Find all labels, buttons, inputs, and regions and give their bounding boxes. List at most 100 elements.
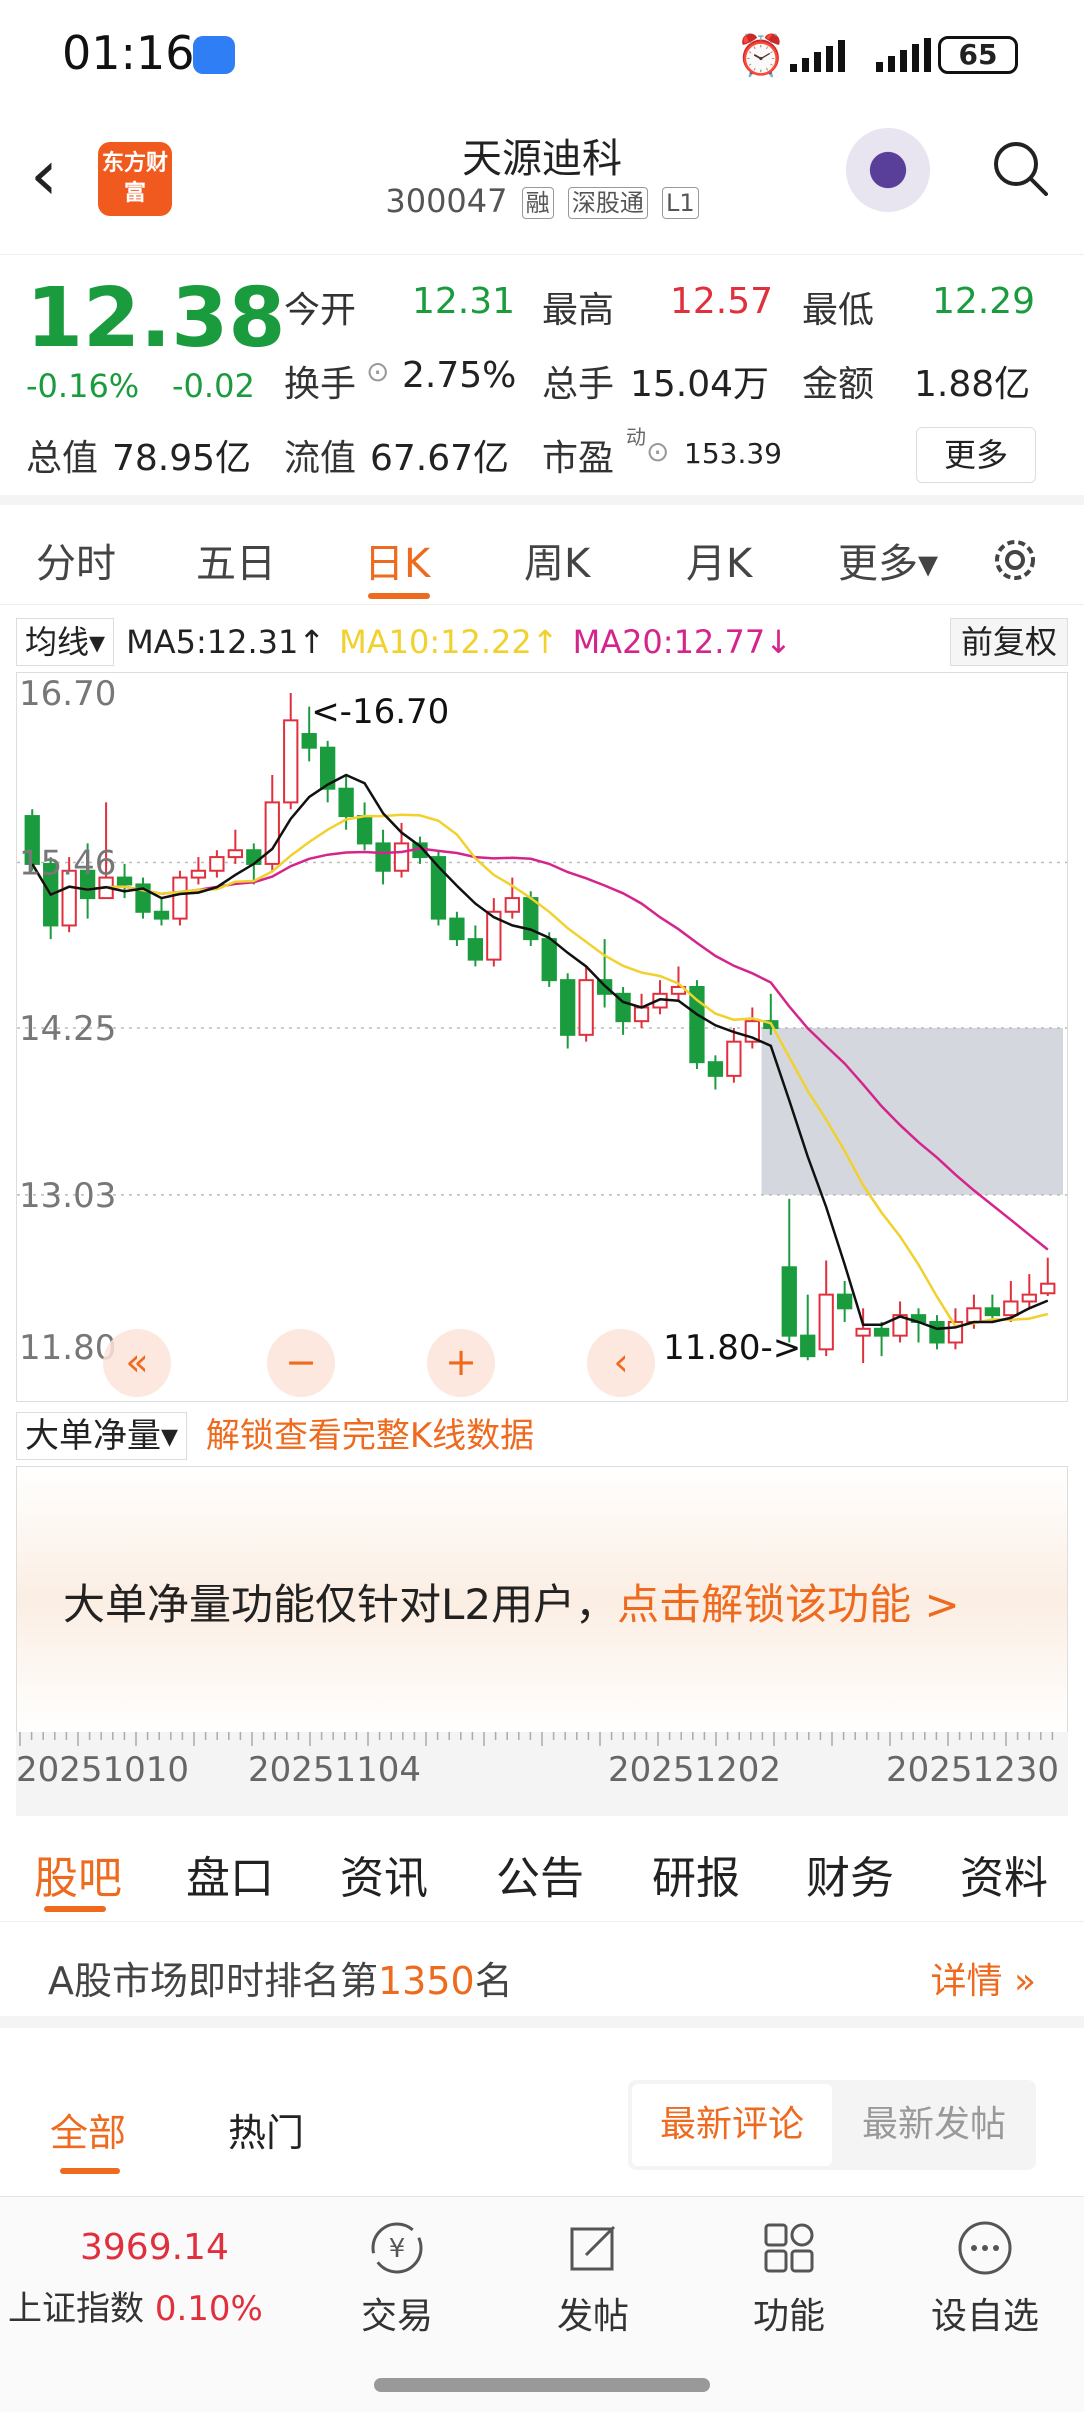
candle-body [541,938,557,982]
active-tab-indicator [44,1906,106,1912]
tab-weekly-k[interactable]: 周K [524,531,590,589]
search-icon[interactable] [990,138,1050,198]
indicator-panel[interactable]: 大单净量功能仅针对L2用户，点击解锁该功能 > [16,1466,1068,1734]
market-rank[interactable]: A股市场即时排名第1350名 详情 » [0,1924,1084,2028]
tab-finance[interactable]: 财务 [806,1842,894,1906]
date-axis: 20251010 20251104 20251202 20251230 [16,1732,1068,1816]
candle-body [855,1327,871,1337]
indicator-selector[interactable]: 大单净量▾ [16,1412,188,1460]
nav-watchlist[interactable]: 设自选 [920,2211,1050,2339]
candle-body [227,849,243,859]
nav-label: 设自选 [930,2296,1039,2337]
svg-text:¥: ¥ [389,2234,406,2264]
quote-panel: 12.38 -0.16% -0.02 今开 12.31 最高 12.57 最低 … [0,255,1084,505]
rank-text: A股市场即时排名第1350名 [48,1950,513,2005]
candle-body [393,842,410,872]
candle-body [209,856,225,872]
change-amount: -0.02 [172,367,255,405]
tab-all[interactable]: 全部 [50,2102,126,2157]
max-annotation: <-16.70 [311,692,449,732]
tab-daily-k[interactable]: 日K [364,531,430,589]
sort-latest-post[interactable]: 最新发帖 [836,2084,1032,2166]
adjust-button[interactable]: 前复权 [949,618,1068,666]
zoom-out-button-glyph: − [285,1340,317,1384]
tab-five-day[interactable]: 五日 [196,531,276,589]
rank-suffix: 名 [474,1959,513,2003]
tab-research[interactable]: 研报 [652,1842,740,1906]
info-icon[interactable]: ⊙ [646,435,669,468]
candle-body [726,1040,742,1077]
tab-announcements[interactable]: 公告 [496,1842,584,1906]
kline-svg: 16.70 15.46 14.25 13.03 11.80 <-16.70 11.80-> «… [17,674,1067,1397]
turnover-label: 换手 [284,364,357,405]
home-indicator[interactable] [374,2378,710,2392]
open-label: 今开 [284,290,357,331]
nav-trade[interactable]: ¥ 交易 [332,2211,462,2339]
sort-toggle: 最新评论 最新发帖 [628,2080,1036,2170]
gear-icon[interactable] [988,533,1042,587]
candle-body [560,979,576,1036]
amount-value: 1.88亿 [914,364,1031,405]
nav-post[interactable]: 发帖 [528,2211,658,2339]
pe-label: 市盈 [542,438,615,479]
tab-intraday[interactable]: 分时 [36,531,116,589]
tab-monthly-k[interactable]: 月K [686,531,752,589]
candle-body [873,1327,890,1337]
info-icon[interactable]: ⊙ [366,355,389,388]
candle-body [578,979,594,1036]
rank-detail-link[interactable]: 详情 » [931,1952,1036,2004]
indicator-bar: 大单净量▾ 解锁查看完整K线数据 [16,1412,534,1460]
active-tab-indicator [368,593,430,599]
date-label: 20251010 [16,1750,190,1790]
y-tick-label: 11.80 [19,1328,116,1368]
nav-functions[interactable]: 功能 [724,2211,854,2339]
tab-more[interactable]: 更多▾ [838,531,938,589]
rank-prefix: A股市场即时排名第 [48,1959,378,2003]
more-button[interactable]: 更多 [916,427,1036,483]
candle-body [984,1307,1001,1317]
tab-orderbook[interactable]: 盘口 [186,1842,274,1906]
candle-body [338,787,354,818]
candle-body [1003,1300,1019,1317]
unlock-link[interactable]: 解锁查看完整K线数据 [206,1416,534,1456]
sort-latest-comment[interactable]: 最新评论 [632,2084,832,2166]
assistant-robot-icon[interactable] [846,128,930,212]
index-line[interactable]: 上证指数 0.10% [8,2281,263,2330]
candle-body [781,1266,797,1337]
mktcap-value: 78.95亿 [112,438,252,479]
ma-legend: 均线▾ MA5:12.31↑ MA10:12.22↑ MA20:12.77↓ 前复权 [16,618,1068,666]
index-value[interactable]: 3969.14 [80,2227,229,2268]
turnover-value: 2.75% [402,355,517,396]
candle-body [246,849,262,865]
ma-selector[interactable]: 均线▾ [16,618,115,666]
tab-forum[interactable]: 股吧 [34,1842,122,1906]
pe-value: 153.39 [684,437,782,470]
candle-body [837,1293,853,1310]
kline-chart[interactable]: 16.70 15.46 14.25 13.03 11.80 <-16.70 11.80-> «… [16,672,1068,1402]
index-pct: 0.10% [154,2289,263,2329]
status-bar: 01:16 ⏰ 65 [0,0,1084,110]
candle-body [633,1006,650,1023]
ma5-value: MA5:12.31↑ [126,623,326,661]
y-tick-label: 15.46 [19,844,116,884]
ma10-value: MA10:12.22↑ [339,623,559,661]
gap-zone [761,1028,1063,1195]
battery-icon: 65 [938,36,1018,74]
status-time: 01:16 [62,26,195,80]
candle-body [966,1307,982,1323]
tab-profile[interactable]: 资料 [960,1842,1048,1906]
candle-body [375,842,391,872]
nav-label: 交易 [360,2296,433,2337]
tab-hot[interactable]: 热门 [228,2102,304,2157]
candle-body [818,1293,834,1351]
indicator-unlock-link[interactable]: 点击解锁该功能 > [617,1580,960,1629]
candle-body [172,876,188,920]
volume-label: 总手 [542,364,615,405]
candle-body [800,1334,816,1358]
candle-body [929,1320,945,1344]
candle-body [504,897,520,913]
tab-news[interactable]: 资讯 [340,1842,428,1906]
chart-period-tabs: 分时 五日 日K 周K 月K 更多▾ [0,515,1084,605]
open-value: 12.31 [412,281,516,322]
y-tick-label: 16.70 [19,674,116,714]
